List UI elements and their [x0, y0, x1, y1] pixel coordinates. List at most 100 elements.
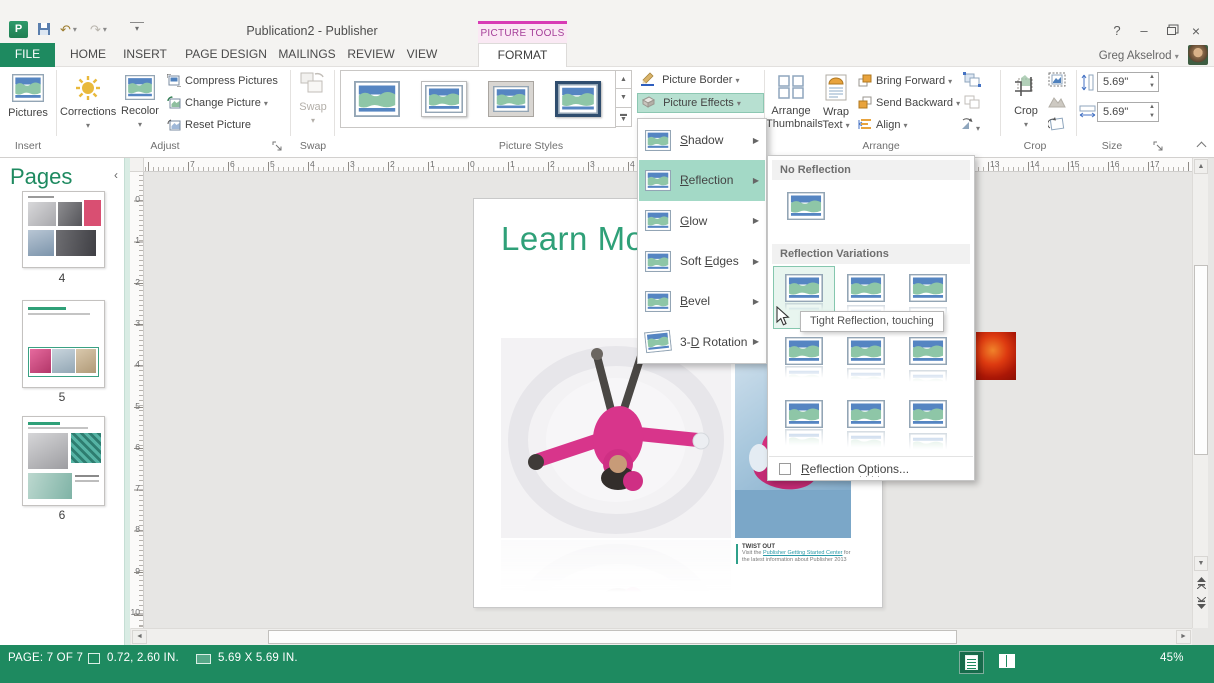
- menu-item-3d-rotation[interactable]: 3-D Rotation ▶: [639, 322, 765, 362]
- previous-page-icon[interactable]: [1195, 576, 1207, 594]
- h-ruler-number: 2: [390, 159, 395, 169]
- picture-style-option[interactable]: [547, 75, 609, 123]
- gallery-scroll-up-icon[interactable]: ▲: [615, 70, 632, 89]
- shadow-effect-icon: [645, 130, 671, 151]
- gallery-more-icon[interactable]: ▬▼: [615, 108, 632, 127]
- tab-mailings[interactable]: MAILINGS: [272, 43, 342, 67]
- scroll-down-icon[interactable]: ▼: [1194, 556, 1208, 571]
- tab-format-active[interactable]: FORMAT: [478, 43, 567, 67]
- pictures-button[interactable]: Pictures: [5, 70, 51, 136]
- redo-button[interactable]: ↷▾: [90, 22, 107, 38]
- picture-effects-button[interactable]: Picture Effects ▾: [637, 93, 764, 113]
- gallery-scroll-down-icon[interactable]: ▼: [615, 89, 632, 108]
- publisher-app-icon[interactable]: P: [9, 21, 28, 38]
- v-ruler-number: 4: [135, 359, 140, 369]
- page-thumbnail-4[interactable]: [22, 191, 105, 268]
- horizontal-scroll-thumb[interactable]: [268, 630, 957, 644]
- menu-resize-grip[interactable]: ····: [768, 473, 974, 480]
- compress-pictures-button[interactable]: Compress Pictures: [167, 72, 278, 91]
- group-label-adjust: Adjust: [60, 140, 270, 152]
- corrections-button[interactable]: Corrections▾: [60, 70, 116, 136]
- minimize-icon[interactable]: –: [1134, 23, 1154, 38]
- bring-forward-button[interactable]: Bring Forward ▾: [858, 72, 952, 91]
- page-thumbnail-5[interactable]: [22, 300, 105, 388]
- shape-height-field[interactable]: 5.69" ▲▼: [1097, 72, 1159, 92]
- recolor-button[interactable]: Recolor▾: [117, 70, 163, 136]
- adjust-dialog-launcher-icon[interactable]: [272, 141, 284, 153]
- reflection-variation[interactable]: [773, 392, 835, 455]
- arrange-thumbnails-button[interactable]: ArrangeThumbnails: [766, 70, 816, 136]
- ungroup-objects-icon[interactable]: [963, 94, 981, 115]
- single-page-view-button[interactable]: [959, 651, 984, 674]
- ruler-corner: [130, 158, 144, 172]
- align-button[interactable]: Align ▾: [858, 116, 908, 135]
- menu-item-glow[interactable]: Glow ▶: [639, 201, 765, 241]
- menu-item-bevel[interactable]: Bevel ▶: [639, 281, 765, 321]
- picture-style-option[interactable]: [480, 75, 542, 123]
- menu-item-shadow[interactable]: Shadow ▶: [639, 120, 765, 160]
- reflection-variation[interactable]: [835, 392, 897, 455]
- size-dialog-launcher-icon[interactable]: [1153, 141, 1165, 153]
- picture-style-option[interactable]: [346, 75, 408, 123]
- picture-border-button[interactable]: Picture Border ▾: [637, 71, 764, 91]
- no-reflection-option[interactable]: [780, 184, 832, 236]
- tab-review[interactable]: REVIEW: [342, 43, 400, 67]
- two-page-view-button[interactable]: [994, 651, 1019, 674]
- picture-style-option[interactable]: [413, 75, 475, 123]
- next-page-icon[interactable]: [1195, 596, 1207, 614]
- crop-to-shape-icon[interactable]: [1048, 94, 1066, 114]
- tab-insert[interactable]: INSERT: [116, 43, 174, 67]
- customize-quick-access-icon[interactable]: ▾: [130, 22, 144, 38]
- vertical-scroll-thumb[interactable]: [1194, 265, 1208, 455]
- scroll-up-icon[interactable]: ▲: [1194, 159, 1208, 174]
- undo-button[interactable]: ↶▾: [60, 22, 77, 38]
- pages-panel-collapse-icon[interactable]: ‹: [114, 168, 118, 182]
- zoom-level[interactable]: 45%: [1160, 652, 1184, 664]
- help-icon[interactable]: ?: [1107, 23, 1127, 38]
- menu-item-soft-edges[interactable]: Soft Edges ▶: [639, 241, 765, 281]
- crop-button[interactable]: Crop▾: [1006, 70, 1046, 136]
- height-spinner[interactable]: ▲▼: [1149, 73, 1155, 91]
- redo-dropdown-icon[interactable]: ▾: [103, 25, 107, 34]
- reflection-variation[interactable]: [773, 329, 835, 392]
- v-ruler-number: 5: [135, 401, 140, 411]
- page-caption[interactable]: TWIST OUT Visit the Publisher Getting St…: [736, 544, 854, 564]
- change-picture-button[interactable]: Change Picture ▾: [167, 94, 268, 113]
- reflection-variation[interactable]: [835, 329, 897, 392]
- user-avatar[interactable]: [1188, 45, 1208, 65]
- group-objects-icon[interactable]: [963, 72, 981, 93]
- object-position[interactable]: 0.72, 2.60 IN.: [107, 652, 179, 664]
- page-indicator[interactable]: PAGE: 7 OF 7: [8, 652, 83, 664]
- reset-picture-button[interactable]: Reset Picture: [167, 116, 251, 135]
- flower-photo[interactable]: [976, 332, 1016, 380]
- undo-dropdown-icon[interactable]: ▾: [73, 25, 77, 34]
- clear-crop-icon[interactable]: [1048, 116, 1066, 136]
- crop-to-picture-icon[interactable]: [1048, 72, 1066, 92]
- object-size[interactable]: 5.69 X 5.69 IN.: [218, 652, 298, 664]
- caption-link[interactable]: Publisher Getting Started Center: [763, 550, 843, 556]
- restore-icon[interactable]: [1161, 23, 1181, 38]
- user-account[interactable]: Greg Akselrod ▾: [1099, 45, 1208, 67]
- reflection-variation[interactable]: [897, 392, 959, 455]
- single-page-icon: [965, 655, 978, 670]
- tab-file[interactable]: FILE: [0, 43, 55, 67]
- user-dropdown-icon[interactable]: ▾: [1175, 52, 1179, 61]
- wrap-text-button[interactable]: WrapText ▾: [818, 70, 854, 136]
- tab-page-design[interactable]: PAGE DESIGN: [180, 43, 272, 67]
- rotate-objects-icon[interactable]: ▾: [958, 116, 980, 136]
- send-backward-button[interactable]: Send Backward ▾: [858, 94, 960, 113]
- save-icon[interactable]: [37, 22, 52, 38]
- scroll-right-icon[interactable]: ►: [1176, 630, 1191, 644]
- collapse-ribbon-icon[interactable]: [1195, 140, 1207, 150]
- tab-view[interactable]: VIEW: [400, 43, 444, 67]
- width-spinner[interactable]: ▲▼: [1149, 103, 1155, 121]
- menu-item-reflection[interactable]: Reflection ▶: [639, 160, 765, 200]
- scroll-left-icon[interactable]: ◄: [132, 630, 147, 644]
- tab-home[interactable]: HOME: [66, 43, 110, 67]
- snow-angel-photo[interactable]: [501, 338, 731, 538]
- swap-button[interactable]: Swap▾: [294, 70, 332, 136]
- reflection-variation[interactable]: [897, 329, 959, 392]
- shape-width-field[interactable]: 5.69" ▲▼: [1097, 102, 1159, 122]
- close-icon[interactable]: ×: [1186, 23, 1206, 39]
- page-thumbnail-6[interactable]: [22, 416, 105, 506]
